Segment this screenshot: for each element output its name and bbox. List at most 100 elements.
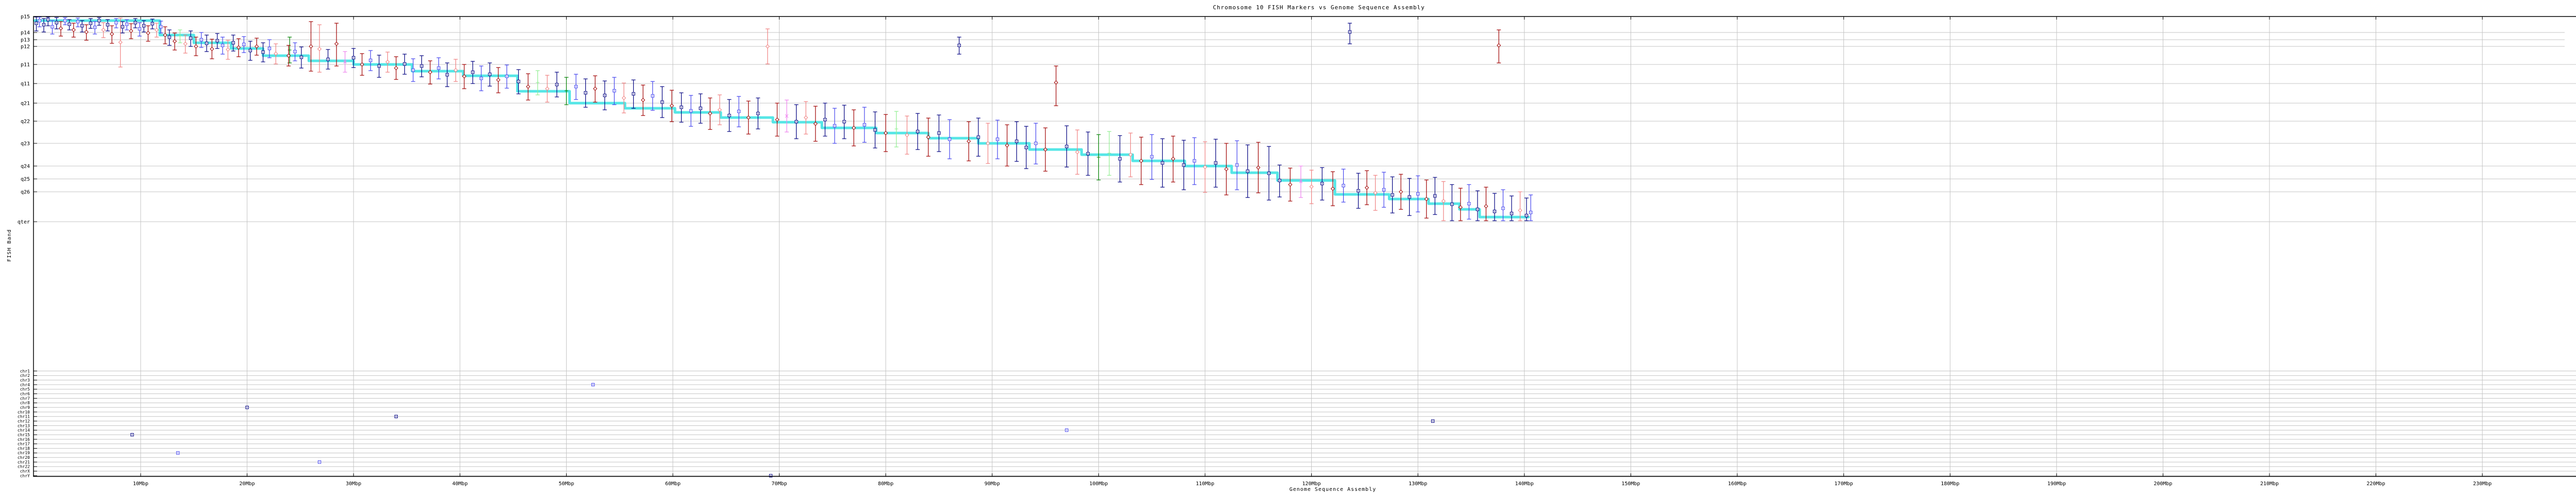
chr-label: chr4 xyxy=(20,383,30,387)
marker-glyph-diamond xyxy=(804,116,808,120)
marker-glyph-dot xyxy=(1236,164,1237,165)
marker-glyph-dot xyxy=(1151,156,1152,157)
x-tick-label: 190Mbp xyxy=(2047,481,2066,487)
x-tick-label: 120Mbp xyxy=(1302,481,1321,487)
chr-label: chr10 xyxy=(18,410,30,415)
x-tick-label: 40Mbp xyxy=(452,481,468,487)
marker-glyph-dot xyxy=(143,25,144,26)
marker-glyph-dot xyxy=(770,475,771,476)
band-label: q24 xyxy=(21,164,30,170)
chr-label: chr2 xyxy=(20,373,30,378)
marker-glyph-diamond xyxy=(335,42,338,46)
x-tick-label: 160Mbp xyxy=(1728,481,1747,487)
marker-glyph-diamond xyxy=(775,118,779,122)
marker-glyph-dot xyxy=(1215,162,1216,163)
x-tick-label: 130Mbp xyxy=(1409,481,1427,487)
x-tick-label: 90Mbp xyxy=(985,481,1000,487)
band-label: q11 xyxy=(21,81,30,87)
marker-glyph-dot xyxy=(39,20,40,21)
x-tick-label: 70Mbp xyxy=(772,481,787,487)
marker-glyph-dot xyxy=(421,65,422,66)
band-label: q26 xyxy=(21,190,30,195)
marker-glyph-dot xyxy=(1383,189,1384,190)
chr-label: chr3 xyxy=(20,378,30,383)
marker-glyph-diamond xyxy=(1076,151,1079,154)
marker-glyph-dot xyxy=(652,95,653,96)
marker-glyph-dot xyxy=(1183,164,1184,165)
chr-label: chr13 xyxy=(18,423,30,428)
chr-label: chrY xyxy=(20,473,30,478)
x-tick-label: 110Mbp xyxy=(1196,481,1214,487)
x-tick-label: 80Mbp xyxy=(878,481,893,487)
marker-glyph-diamond xyxy=(1310,185,1313,189)
band-label: q22 xyxy=(21,119,30,125)
marker-glyph-dot xyxy=(834,125,835,126)
x-tick-label: 170Mbp xyxy=(1835,481,1853,487)
marker-glyph-dot xyxy=(139,28,140,29)
marker-glyph-dot xyxy=(1392,194,1393,195)
marker-glyph-diamond xyxy=(318,47,321,51)
chr-label: chr1 xyxy=(20,369,30,373)
marker-glyph-diamond xyxy=(527,85,530,89)
marker-glyph-diamond xyxy=(766,45,769,48)
marker-glyph-dot xyxy=(592,384,593,385)
marker-glyph-dot xyxy=(1343,185,1344,186)
fish-map-chart: CSMCLANLNCIRPCISCUCSFFHCRC10Mbp20Mbp30Mb… xyxy=(0,0,2576,495)
chr-label: chr19 xyxy=(18,451,30,455)
chart-title: Chromosome 10 FISH Markers vs Genome Seq… xyxy=(0,4,2576,11)
marker-glyph-dot xyxy=(404,63,405,64)
marker-glyph-dot xyxy=(556,84,557,85)
marker-glyph-diamond xyxy=(641,98,645,102)
marker-glyph-dot xyxy=(122,26,123,27)
marker-glyph-dot xyxy=(353,57,354,58)
legend-background xyxy=(2565,18,2576,59)
marker-glyph-dot xyxy=(1162,162,1163,163)
chr-label: chr9 xyxy=(20,405,30,410)
marker-glyph-dot xyxy=(77,21,78,22)
marker-glyph-dot xyxy=(690,110,691,111)
marker-glyph-diamond xyxy=(1365,186,1369,190)
marker-glyph-diamond xyxy=(146,31,150,35)
marker-glyph-diamond xyxy=(309,45,313,48)
chr-label: chr15 xyxy=(18,433,30,437)
marker-glyph-diamond xyxy=(546,87,549,91)
band-label: q21 xyxy=(21,101,30,107)
band-label: p15 xyxy=(21,14,30,20)
x-tick-label: 60Mbp xyxy=(665,481,681,487)
marker-glyph-dot xyxy=(585,92,586,93)
marker-glyph-diamond xyxy=(1289,183,1292,187)
marker-glyph-dot xyxy=(1526,215,1527,216)
band-label: p11 xyxy=(21,62,30,68)
marker-glyph-dot xyxy=(1066,430,1067,431)
marker-glyph-diamond xyxy=(194,45,198,48)
marker-glyph-dot xyxy=(614,90,615,91)
marker-glyph-dot xyxy=(52,26,53,27)
marker-glyph-diamond xyxy=(1484,205,1488,208)
x-tick-label: 210Mbp xyxy=(2260,481,2279,487)
y-axis-title: FISH Band xyxy=(7,217,13,274)
chr-label: chr5 xyxy=(20,387,30,392)
band-label: p12 xyxy=(21,44,30,50)
chr-label: chr11 xyxy=(18,415,30,419)
x-tick-label: 220Mbp xyxy=(2367,481,2385,487)
x-tick-label: 50Mbp xyxy=(558,481,574,487)
marker-glyph-diamond xyxy=(622,96,626,100)
band-label: q25 xyxy=(21,177,30,183)
marker-glyph-dot xyxy=(56,22,57,23)
x-tick-label: 20Mbp xyxy=(240,481,255,487)
marker-glyph-dot xyxy=(864,124,865,125)
marker-glyph-diamond xyxy=(84,30,88,34)
x-axis-title: Genome Sequence Assembly xyxy=(0,487,2576,492)
marker-glyph-diamond xyxy=(210,47,214,51)
marker-glyph-diamond xyxy=(72,28,75,32)
plot-canvas: CSMCLANLNCIRPCISCUCSFFHCRC10Mbp20Mbp30Mb… xyxy=(0,0,2576,495)
x-tick-label: 30Mbp xyxy=(346,481,361,487)
marker-glyph-dot xyxy=(107,24,108,25)
marker-glyph-dot xyxy=(1194,160,1195,161)
marker-glyph-dot xyxy=(1358,190,1359,191)
marker-glyph-dot xyxy=(43,24,44,25)
chr-label: chr18 xyxy=(18,446,30,451)
marker-glyph-diamond xyxy=(594,87,597,91)
x-tick-label: 100Mbp xyxy=(1089,481,1108,487)
marker-glyph-diamond xyxy=(1257,166,1260,170)
